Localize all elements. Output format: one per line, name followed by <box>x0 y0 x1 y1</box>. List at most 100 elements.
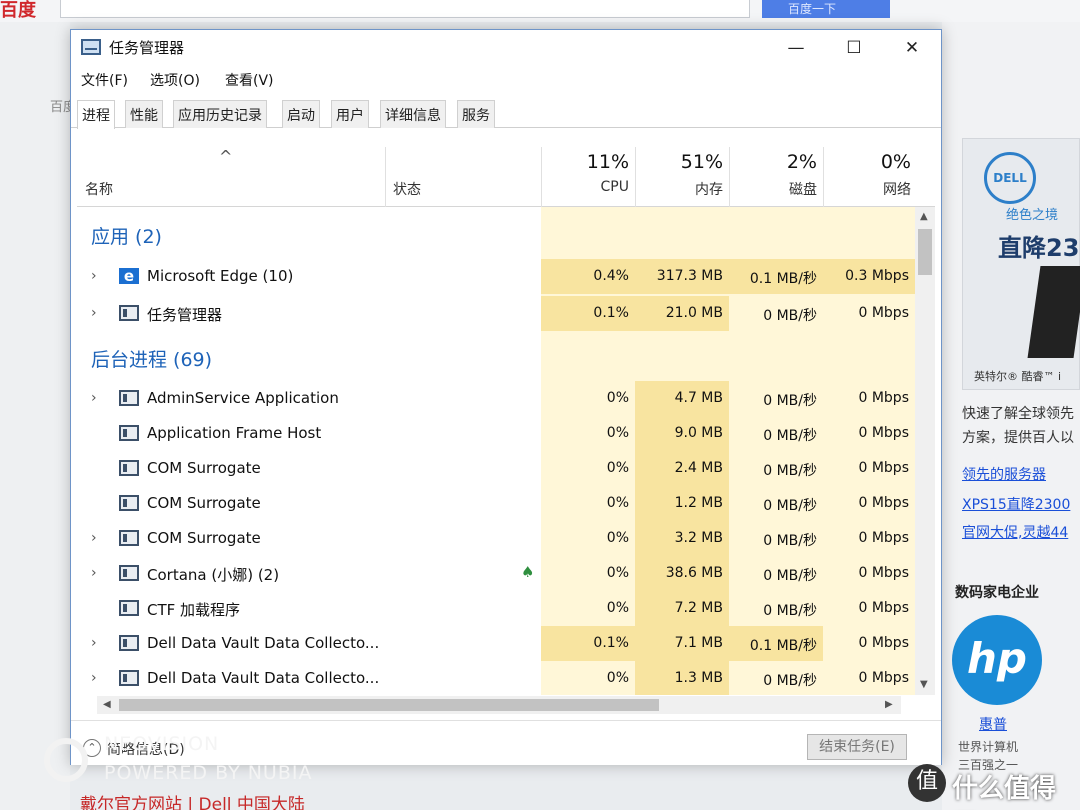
cell-cpu: 0.4% <box>541 259 635 294</box>
tab-services[interactable]: 服务 <box>457 100 495 128</box>
hp-logo-icon[interactable]: hp <box>952 615 1042 705</box>
ad-link[interactable]: 官网大促,灵越44 <box>962 522 1068 542</box>
expand-chevron-icon[interactable]: › <box>91 635 97 651</box>
cell-mem: 9.0 MB <box>635 416 729 451</box>
process-row[interactable]: COM Surrogate 0% 2.4 MB 0 MB/秒 0 Mbps <box>77 451 915 486</box>
search-button[interactable]: 百度一下 <box>762 0 890 18</box>
cell-cpu: 0% <box>606 670 629 686</box>
col-memory[interactable]: 内存 <box>643 179 723 199</box>
process-name: AdminService Application <box>147 389 339 407</box>
hp-link[interactable]: 惠普 <box>979 714 1007 734</box>
cell-disk: 0 MB/秒 <box>763 603 817 619</box>
ad-link[interactable]: XPS15直降2300 <box>962 494 1070 514</box>
horizontal-scrollbar[interactable]: ◀ ▶ <box>97 696 901 714</box>
end-task-button[interactable]: 结束任务(E) <box>807 734 907 760</box>
expand-chevron-icon[interactable]: › <box>91 530 97 546</box>
scroll-up-arrow-icon[interactable]: ▲ <box>920 211 928 222</box>
sort-arrow-icon: ^ <box>219 147 233 166</box>
process-row[interactable]: › Dell Data Vault Data Collecto... 0.1% 7.1… <box>77 626 915 661</box>
cell-cpu: 0% <box>606 460 629 476</box>
ad-caption: 英特尔® 酷睿™ i <box>974 370 1062 383</box>
menu-file[interactable]: 文件(F) <box>81 70 128 90</box>
col-disk[interactable]: 磁盘 <box>737 179 817 199</box>
col-status[interactable]: 状态 <box>393 179 421 199</box>
process-row[interactable]: COM Surrogate 0% 1.2 MB 0 MB/秒 0 Mbps <box>77 486 915 521</box>
process-row[interactable]: Application Frame Host 0% 9.0 MB 0 MB/秒 0 Mb… <box>77 416 915 451</box>
search-input[interactable] <box>60 0 750 18</box>
horizontal-scroll-thumb[interactable] <box>119 699 659 711</box>
cell-net: 0 Mbps <box>858 390 909 406</box>
smzdm-badge-icon: 值 <box>908 764 946 802</box>
column-divider[interactable] <box>635 147 636 207</box>
process-row[interactable]: › AdminService Application 0% 4.7 MB 0 MB/秒 0… <box>77 381 915 416</box>
process-name: Application Frame Host <box>147 424 322 442</box>
col-name[interactable]: 名称 <box>85 179 113 199</box>
task-manager-icon <box>81 39 101 55</box>
cell-mem: 38.6 MB <box>635 556 729 591</box>
cell-disk: 0 MB/秒 <box>763 463 817 479</box>
minimize-button[interactable]: — <box>767 30 825 66</box>
expand-chevron-icon[interactable]: › <box>91 268 97 284</box>
process-row[interactable]: › 任务管理器 0.1% 21.0 MB 0 MB/秒 0 Mbps <box>77 296 915 331</box>
title-bar[interactable]: 任务管理器 — ☐ ✕ <box>71 30 941 66</box>
cell-mem: 1.3 MB <box>635 661 729 695</box>
cell-net: 0.3 Mbps <box>823 259 915 294</box>
scroll-right-arrow-icon[interactable]: ▶ <box>885 699 893 710</box>
cell-disk: 0 MB/秒 <box>763 428 817 444</box>
cell-net: 0 Mbps <box>858 565 909 581</box>
menu-options[interactable]: 选项(O) <box>150 70 200 90</box>
close-button[interactable]: ✕ <box>883 30 941 66</box>
column-divider[interactable] <box>541 147 542 207</box>
process-name: CTF 加载程序 <box>147 601 241 619</box>
scroll-left-arrow-icon[interactable]: ◀ <box>103 699 111 710</box>
vertical-scrollbar[interactable]: ▲ ▼ <box>915 207 935 695</box>
col-network[interactable]: 网络 <box>831 179 911 199</box>
process-icon <box>119 495 139 511</box>
tab-processes[interactable]: 进程 <box>77 100 115 129</box>
expand-chevron-icon[interactable]: › <box>91 670 97 686</box>
scroll-down-arrow-icon[interactable]: ▼ <box>920 679 928 690</box>
smzdm-watermark: 什么值得买 <box>952 774 1057 804</box>
column-divider[interactable] <box>385 147 386 207</box>
cpu-total[interactable]: 11% <box>549 151 629 173</box>
process-row[interactable]: › Dell Data Vault Data Collecto... 0% 1.3 M… <box>77 661 915 695</box>
process-row[interactable]: › e Microsoft Edge (10) 0.4% 317.3 MB 0.1 MB/… <box>77 259 915 294</box>
expand-chevron-icon[interactable]: › <box>91 390 97 406</box>
process-name: Microsoft Edge (10) <box>147 267 294 285</box>
cell-net: 0 Mbps <box>858 425 909 441</box>
cell-disk: 0 MB/秒 <box>763 673 817 689</box>
menu-view[interactable]: 查看(V) <box>225 70 274 90</box>
tab-details[interactable]: 详细信息 <box>380 100 446 128</box>
dell-site-link[interactable]: 戴尔官方网站 | Dell 中国大陆 <box>80 790 305 810</box>
cell-disk: 0.1 MB/秒 <box>729 259 823 294</box>
column-divider[interactable] <box>729 147 730 207</box>
cell-cpu: 0% <box>606 495 629 511</box>
tab-startup[interactable]: 启动 <box>282 100 320 128</box>
cell-disk: 0 MB/秒 <box>763 393 817 409</box>
expand-chevron-icon[interactable]: › <box>91 305 97 321</box>
column-divider[interactable] <box>823 147 824 207</box>
process-row[interactable]: CTF 加载程序 0% 7.2 MB 0 MB/秒 0 Mbps <box>77 591 915 626</box>
group-background[interactable]: 后台进程 (69) <box>91 345 212 372</box>
task-manager-window: 任务管理器 — ☐ ✕ 文件(F) 选项(O) 查看(V) 进程 性能 应用历史… <box>70 29 942 765</box>
cell-net: 0 Mbps <box>858 600 909 616</box>
net-total[interactable]: 0% <box>831 151 911 173</box>
vertical-scroll-thumb[interactable] <box>918 229 932 275</box>
process-name: 任务管理器 <box>147 306 223 324</box>
process-row[interactable]: › COM Surrogate 0% 3.2 MB 0 MB/秒 0 Mbps <box>77 521 915 556</box>
disk-total[interactable]: 2% <box>737 151 817 173</box>
process-row[interactable]: › Cortana (小娜) (2) 0% 38.6 MB 0 MB/秒 0 Mbps <box>77 556 915 591</box>
tab-users[interactable]: 用户 <box>331 100 369 128</box>
ad-link[interactable]: 领先的服务器 <box>962 464 1046 484</box>
mem-total[interactable]: 51% <box>643 151 723 173</box>
group-apps[interactable]: 应用 (2) <box>91 222 162 249</box>
expand-chevron-icon[interactable]: › <box>91 565 97 581</box>
cell-mem: 7.1 MB <box>635 626 729 661</box>
tab-app-history[interactable]: 应用历史记录 <box>173 100 267 128</box>
col-cpu[interactable]: CPU <box>549 179 629 195</box>
process-icon <box>119 565 139 581</box>
cell-disk: 0.1 MB/秒 <box>729 626 823 661</box>
baidu-logo: 百度 <box>0 0 36 21</box>
maximize-button[interactable]: ☐ <box>825 30 883 66</box>
tab-performance[interactable]: 性能 <box>125 100 163 128</box>
